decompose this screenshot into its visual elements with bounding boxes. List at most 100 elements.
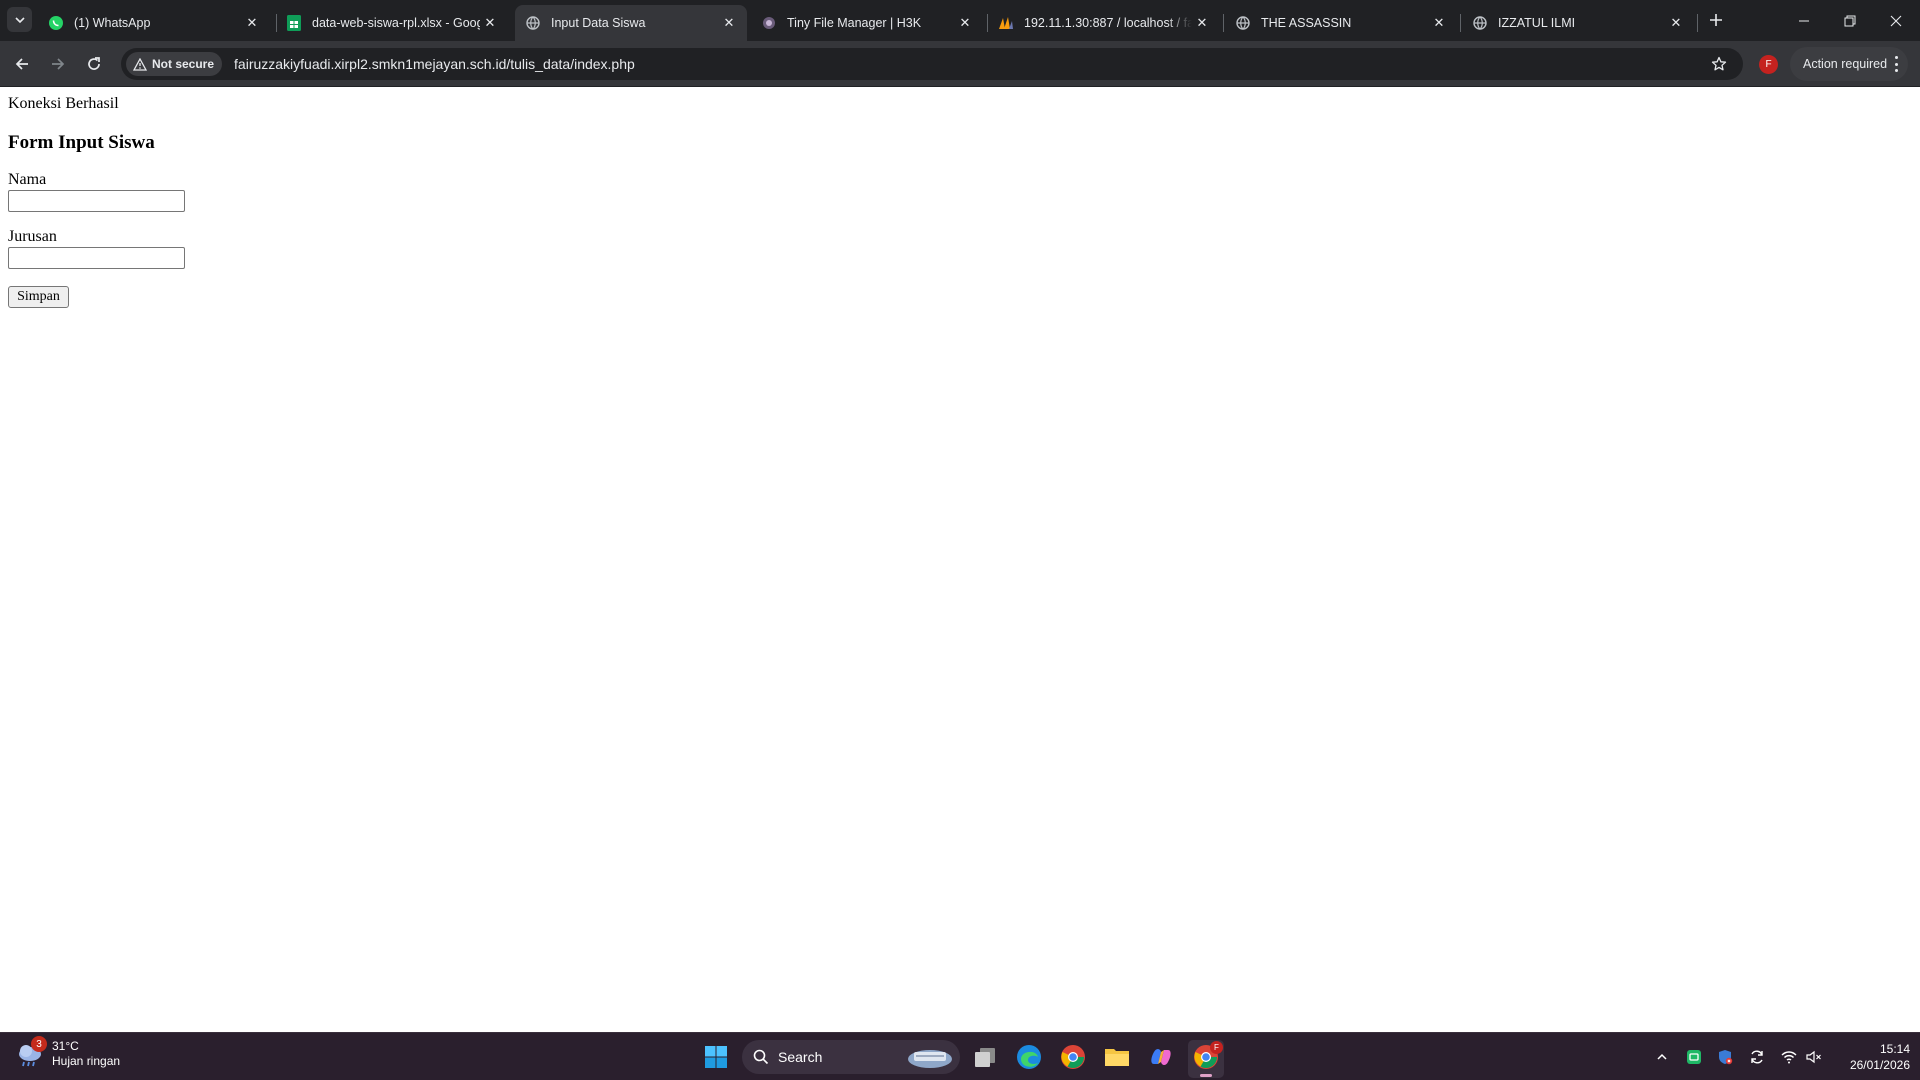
star-icon	[1711, 56, 1727, 71]
close-icon[interactable]: ✕	[1192, 13, 1212, 33]
close-icon[interactable]: ✕	[480, 13, 500, 33]
close-window-button[interactable]	[1873, 0, 1919, 41]
reload-icon	[88, 57, 100, 70]
nama-input[interactable]	[8, 190, 185, 212]
tab-title: Input Data Siswa	[551, 16, 646, 30]
minimize-button[interactable]	[1781, 0, 1827, 41]
chevron-up-icon	[1657, 1053, 1667, 1060]
security-label: Not secure	[152, 57, 215, 71]
forward-button[interactable]	[44, 50, 72, 78]
shield-icon	[1719, 1050, 1733, 1065]
close-icon[interactable]: ✕	[955, 13, 975, 33]
arrow-right-icon	[52, 58, 65, 70]
connection-status: Koneksi Berhasil	[8, 95, 119, 112]
new-tab-button[interactable]	[1704, 8, 1728, 32]
bookmark-button[interactable]	[1707, 52, 1731, 76]
tfm-icon	[761, 15, 777, 31]
clock[interactable]: 15:14 26/01/2026	[1836, 1041, 1910, 1073]
nama-label: Nama	[8, 171, 47, 188]
close-icon[interactable]: ✕	[719, 13, 739, 33]
sheets-icon	[286, 15, 302, 31]
globe-icon	[525, 15, 541, 31]
jurusan-input[interactable]	[8, 247, 185, 269]
chevron-down-icon	[14, 16, 25, 23]
security-tray-button[interactable]	[1713, 1045, 1737, 1069]
reload-button[interactable]	[80, 50, 108, 78]
chrome-button[interactable]	[1056, 1040, 1090, 1074]
tab-izzatul-ilmi[interactable]: IZZATUL ILMI ✕	[1462, 5, 1694, 41]
form-title: Form Input Siswa	[8, 132, 155, 153]
restore-button[interactable]	[1827, 0, 1873, 41]
tray-app-icon	[1687, 1050, 1701, 1064]
action-label: Action required	[1803, 57, 1888, 71]
close-icon[interactable]: ✕	[1666, 13, 1686, 33]
close-icon	[1890, 15, 1902, 26]
weather-condition: Hujan ringan	[52, 1054, 121, 1068]
rain-cloud-icon: 3	[15, 1036, 47, 1069]
search-placeholder: Search	[778, 1049, 823, 1065]
close-icon[interactable]: ✕	[1429, 13, 1449, 33]
address-bar[interactable]: Not secure fairuzzakiyfuadi.xirpl2.smkn1…	[121, 48, 1743, 80]
chrome-profile-button[interactable]: F	[1189, 1040, 1223, 1074]
show-hidden-icons-button[interactable]	[1650, 1045, 1674, 1069]
copilot-icon	[1151, 1049, 1171, 1065]
task-view-button[interactable]	[968, 1040, 1002, 1074]
chrome-profile-badge: F	[1210, 1041, 1223, 1054]
search-highlight-icon	[908, 1050, 952, 1068]
volume-muted-icon	[1806, 1050, 1821, 1064]
tray-app-button[interactable]	[1682, 1045, 1706, 1069]
globe-icon	[1472, 15, 1488, 31]
wifi-button[interactable]	[1777, 1045, 1801, 1069]
task-view-icon	[975, 1048, 995, 1067]
wifi-icon	[1781, 1051, 1797, 1064]
tab-google-sheets[interactable]: data-web-siswa-rpl.xlsx - Google Sheets …	[276, 5, 508, 41]
search-icon	[753, 1049, 769, 1065]
weather-badge: 3	[31, 1036, 47, 1052]
close-icon[interactable]: ✕	[242, 13, 262, 33]
tab-title: THE ASSASSIN	[1261, 16, 1352, 30]
volume-button[interactable]	[1802, 1045, 1826, 1069]
taskbar-search[interactable]: Search	[742, 1040, 960, 1074]
tab-search-button[interactable]	[7, 7, 32, 32]
copilot-button[interactable]	[1144, 1040, 1178, 1074]
plus-icon	[1710, 14, 1722, 26]
tab-the-assassin[interactable]: THE ASSASSIN ✕	[1225, 5, 1457, 41]
page-content: Koneksi Berhasil Form Input Siswa Nama J…	[0, 87, 1920, 1032]
file-explorer-button[interactable]	[1100, 1040, 1134, 1074]
chrome-icon	[1061, 1045, 1085, 1069]
sync-tray-button[interactable]	[1745, 1045, 1769, 1069]
tab-tiny-file-manager[interactable]: Tiny File Manager | H3K ✕	[751, 5, 983, 41]
time: 15:14	[1879, 1042, 1910, 1056]
tab-divider	[1460, 14, 1461, 32]
more-vert-icon	[1894, 56, 1898, 72]
tab-title: data-web-siswa-rpl.xlsx - Google Sheets	[312, 16, 480, 30]
edge-icon	[1017, 1045, 1041, 1069]
action-required-button[interactable]: Action required	[1790, 47, 1908, 81]
url-text: fairuzzakiyfuadi.xirpl2.smkn1mejayan.sch…	[234, 56, 635, 72]
tab-title: Tiny File Manager | H3K	[787, 16, 922, 30]
tab-divider	[1697, 14, 1698, 32]
tab-divider	[1223, 14, 1224, 32]
globe-icon	[1235, 15, 1251, 31]
tab-input-data-siswa[interactable]: Input Data Siswa ✕	[515, 5, 747, 41]
tab-whatsapp[interactable]: (1) WhatsApp ✕	[38, 5, 270, 41]
windows-icon	[705, 1046, 727, 1068]
security-chip[interactable]: Not secure	[126, 52, 223, 76]
arrow-left-icon	[15, 58, 28, 70]
warning-icon	[133, 57, 147, 71]
jurusan-label: Jurusan	[8, 228, 57, 245]
start-button[interactable]	[699, 1040, 733, 1074]
simpan-button[interactable]: Simpan	[8, 286, 69, 308]
minimize-icon	[1799, 20, 1809, 21]
edge-button[interactable]	[1012, 1040, 1046, 1074]
tab-title: (1) WhatsApp	[74, 16, 151, 30]
back-button[interactable]	[8, 50, 36, 78]
tab-title: 192.11.1.30:887 / localhost / fairuzzaki…	[1024, 16, 1192, 30]
tab-phpmyadmin[interactable]: 192.11.1.30:887 / localhost / fairuzzaki…	[988, 5, 1220, 41]
temperature: 31°C	[52, 1039, 79, 1053]
tab-strip: (1) WhatsApp ✕ data-web-siswa-rpl.xlsx -…	[0, 0, 1920, 41]
profile-avatar[interactable]: F	[1759, 55, 1778, 74]
tab-title: IZZATUL ILMI	[1498, 16, 1576, 30]
folder-icon	[1105, 1049, 1129, 1066]
weather-widget[interactable]: 3 31°C Hujan ringan	[15, 1036, 121, 1069]
